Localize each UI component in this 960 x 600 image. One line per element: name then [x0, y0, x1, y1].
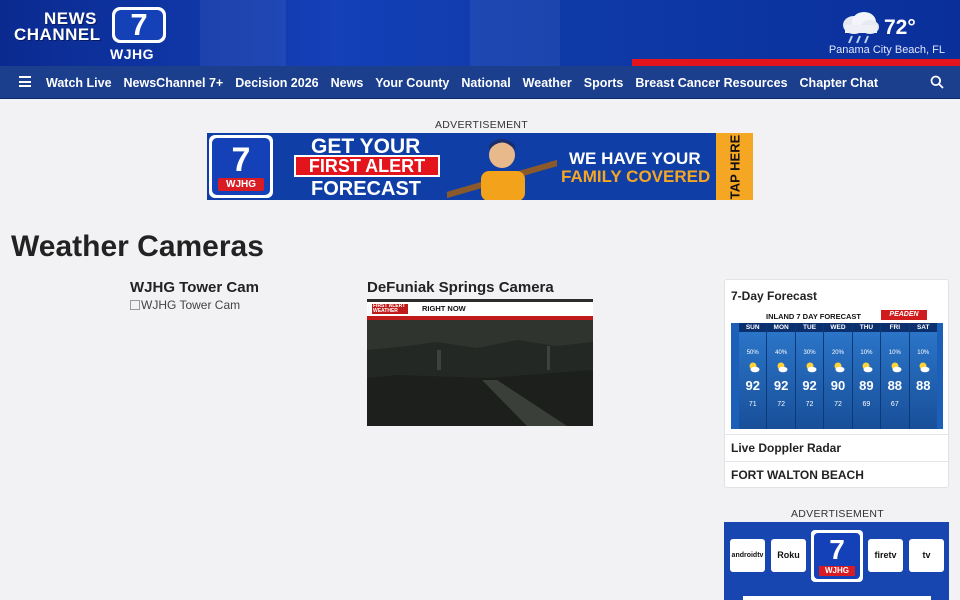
streaming-apps-ad[interactable]: androidtv Roku 7 WJHG firetv tv — [724, 522, 949, 600]
cam-overlay-bar: FIRST ALERT WEATHER RIGHT NOW — [367, 302, 593, 316]
forecast-day: TUE 30% 92 72 — [795, 323, 825, 429]
tower-cam-image[interactable]: WJHG Tower Cam — [130, 298, 240, 312]
partly-sunny-icon — [891, 362, 902, 373]
ad-station-logo: 7 WJHG — [209, 135, 273, 198]
forecast-day: THU 10% 89 69 — [852, 323, 882, 429]
camera-title-defuniak[interactable]: DeFuniak Springs Camera — [367, 279, 554, 296]
divider — [725, 434, 948, 435]
nav-item-breast-cancer-resources[interactable]: Breast Cancer Resources — [629, 76, 793, 90]
forecast-day: SUN 50% 92 71 — [739, 323, 768, 429]
ad-headline-2: FIRST ALERT — [294, 155, 440, 177]
ad-tagline-1: WE HAVE YOUR — [569, 149, 701, 168]
sidebar-ad-label: ADVERTISEMENT — [791, 508, 884, 520]
forecast-day: FRI 10% 88 67 — [881, 323, 910, 429]
divider — [725, 461, 948, 462]
apple-tv-icon: tv — [909, 539, 944, 572]
cloud-rain-icon — [843, 12, 879, 44]
ad-bottom-bar — [743, 596, 931, 600]
nav-item-sports[interactable]: Sports — [578, 76, 630, 90]
search-icon[interactable] — [930, 75, 944, 89]
logo-text: NEWS CHANNEL — [14, 9, 101, 44]
forecast-heading: INLAND 7 DAY FORECAST — [766, 312, 862, 321]
page-title: Weather Cameras — [11, 230, 264, 263]
header-decoration — [200, 0, 286, 66]
ad-tap-here-button[interactable]: TAP HERE — [716, 133, 753, 200]
logo-callsign: WJHG — [110, 46, 154, 62]
header-location: Panama City Beach, FL — [828, 44, 945, 56]
broken-image-icon — [130, 300, 140, 310]
nav-item-weather[interactable]: Weather — [517, 76, 578, 90]
live-doppler-radar-link[interactable]: Live Doppler Radar — [731, 441, 841, 455]
forecast-days: SUN 50% 92 71 MON 40% 92 72 TUE 30% 92 72 WED 20% 9… — [739, 323, 937, 429]
nav-list: Watch Live NewsChannel 7+ Decision 2026 … — [40, 66, 884, 99]
header-temperature: 72° — [884, 16, 916, 39]
roku-icon: Roku — [771, 539, 806, 572]
header-decoration — [470, 0, 560, 66]
partly-sunny-icon — [834, 362, 845, 373]
ad-headline-3: FORECAST — [311, 178, 421, 200]
nav-item-chapter-chat[interactable]: Chapter Chat — [794, 76, 884, 90]
header-red-stripe — [632, 59, 960, 66]
main-nav: Watch Live NewsChannel 7+ Decision 2026 … — [0, 66, 960, 99]
partly-sunny-icon — [919, 362, 930, 373]
forecast-day: SAT 10% 88 — [909, 323, 937, 429]
top-banner-ad[interactable]: 7 WJHG GET YOUR FIRST ALERT FORECAST WE … — [207, 133, 753, 200]
forecast-title[interactable]: 7-Day Forecast — [731, 289, 817, 303]
nav-item-national[interactable]: National — [455, 76, 516, 90]
android-tv-icon: androidtv — [730, 539, 765, 572]
cam-overlay-tag: FIRST ALERT WEATHER — [372, 304, 408, 314]
site-header: NEWS CHANNEL 7 WJHG 72° Panama City Beac… — [0, 0, 960, 66]
forecast-sponsor: PEADEN — [881, 310, 927, 320]
nav-item-watch-live[interactable]: Watch Live — [40, 76, 118, 90]
partly-sunny-icon — [806, 362, 817, 373]
camera-title-tower[interactable]: WJHG Tower Cam — [130, 279, 259, 296]
fire-tv-icon: firetv — [868, 539, 903, 572]
ad-tagline-2: FAMILY COVERED — [561, 167, 711, 186]
station-app-icon: 7 WJHG — [811, 530, 863, 582]
weather-sidebar-card: 7-Day Forecast INLAND 7 DAY FORECAST PEA… — [724, 279, 949, 488]
header-weather[interactable]: 72° Panama City Beach, FL — [825, 8, 945, 60]
defuniak-cam-image[interactable]: FIRST ALERT WEATHER RIGHT NOW — [367, 299, 593, 426]
ad-baseball-kid-image — [447, 139, 557, 200]
fort-walton-beach-link[interactable]: FORT WALTON BEACH — [731, 468, 864, 482]
nav-item-news[interactable]: News — [325, 76, 370, 90]
site-logo[interactable]: NEWS CHANNEL 7 WJHG — [10, 6, 170, 62]
ad-label: ADVERTISEMENT — [435, 119, 528, 131]
nav-item-your-county[interactable]: Your County — [369, 76, 455, 90]
nav-item-newschannel-7-plus[interactable]: NewsChannel 7+ — [118, 76, 230, 90]
camera-scene-image — [367, 320, 593, 426]
seven-day-forecast-graphic[interactable]: INLAND 7 DAY FORECAST PEADEN SUN 50% 92 71 … — [731, 308, 943, 429]
cam-overlay-label: RIGHT NOW — [422, 304, 466, 313]
partly-sunny-icon — [777, 362, 788, 373]
nav-item-decision-2026[interactable]: Decision 2026 — [229, 76, 324, 90]
logo-number: 7 — [130, 7, 148, 42]
forecast-day: MON 40% 92 72 — [767, 323, 796, 429]
partly-sunny-icon — [862, 362, 873, 373]
hamburger-menu-icon[interactable] — [19, 76, 31, 87]
forecast-day: WED 20% 90 72 — [824, 323, 853, 429]
partly-sunny-icon — [749, 362, 760, 373]
